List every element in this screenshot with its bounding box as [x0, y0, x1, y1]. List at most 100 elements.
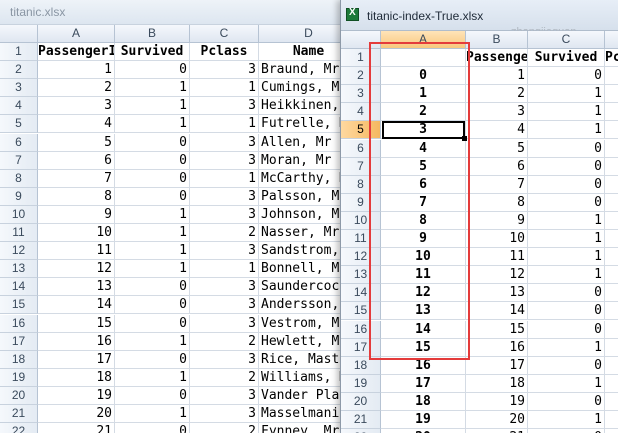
row-header-5[interactable]: 5	[341, 121, 381, 139]
survived-cell[interactable]: 0	[528, 357, 605, 375]
passengerid-cell[interactable]: 19	[466, 393, 528, 411]
row-header-21[interactable]: 21	[341, 411, 381, 429]
table-cell[interactable]: 10	[38, 224, 115, 242]
table-cell[interactable]: 0	[115, 387, 190, 405]
table-cell[interactable]	[605, 302, 618, 320]
table-cell[interactable]	[605, 194, 618, 212]
row-header-9[interactable]: 9	[0, 188, 38, 206]
row-header-5[interactable]: 5	[0, 115, 38, 133]
table-cell[interactable]: 1	[115, 224, 190, 242]
table-cell[interactable]: 2	[190, 423, 259, 433]
table-cell[interactable]	[605, 158, 618, 176]
column-header-D[interactable]	[605, 31, 618, 49]
table-cell[interactable]: 8	[38, 188, 115, 206]
row-header-11[interactable]: 11	[0, 224, 38, 242]
table-cell[interactable]: 0	[115, 278, 190, 296]
survived-cell[interactable]: 1	[528, 339, 605, 357]
survived-cell[interactable]: 0	[528, 429, 605, 433]
row-header-21[interactable]: 21	[0, 405, 38, 423]
passengerid-cell[interactable]: 10	[466, 230, 528, 248]
table-cell[interactable]	[605, 176, 618, 194]
table-cell[interactable]: 18	[38, 369, 115, 387]
index-cell[interactable]: 20	[381, 429, 466, 433]
table-cell[interactable]: 2	[190, 224, 259, 242]
passengerid-cell[interactable]: 11	[466, 248, 528, 266]
row-header-6[interactable]: 6	[0, 134, 38, 152]
survived-cell[interactable]: 0	[528, 158, 605, 176]
column-header-B[interactable]: B	[115, 25, 190, 43]
table-cell[interactable]: 0	[115, 351, 190, 369]
index-cell[interactable]: 0	[381, 67, 466, 85]
row-header-19[interactable]: 19	[341, 375, 381, 393]
index-cell[interactable]: 16	[381, 357, 466, 375]
index-cell[interactable]: 11	[381, 266, 466, 284]
row-header-22[interactable]: 22	[0, 423, 38, 433]
row-header-22[interactable]: 22	[341, 429, 381, 433]
row-header-8[interactable]: 8	[341, 176, 381, 194]
row-header-13[interactable]: 13	[0, 260, 38, 278]
table-cell[interactable]: 3	[38, 97, 115, 115]
column-header-A[interactable]: A	[381, 31, 466, 49]
table-cell[interactable]	[605, 248, 618, 266]
survived-cell[interactable]: 1	[528, 248, 605, 266]
passengerid-cell[interactable]: 4	[466, 121, 528, 139]
table-cell[interactable]: 3	[190, 242, 259, 260]
table-cell[interactable]: 3	[190, 134, 259, 152]
column-header-A[interactable]: A	[38, 25, 115, 43]
survived-cell[interactable]: 1	[528, 212, 605, 230]
column-header-C[interactable]: C	[190, 25, 259, 43]
table-cell[interactable]: 20	[38, 405, 115, 423]
passengerid-cell[interactable]: 8	[466, 194, 528, 212]
row-header-10[interactable]: 10	[341, 212, 381, 230]
table-cell[interactable]: 5	[38, 134, 115, 152]
row-header-14[interactable]: 14	[341, 284, 381, 302]
table-cell[interactable]: 1	[115, 260, 190, 278]
row-header-4[interactable]: 4	[341, 103, 381, 121]
table-cell[interactable]: 1	[115, 242, 190, 260]
passengerid-cell[interactable]: 20	[466, 411, 528, 429]
row-header-20[interactable]: 20	[0, 387, 38, 405]
row-header-12[interactable]: 12	[341, 248, 381, 266]
row-header-18[interactable]: 18	[0, 351, 38, 369]
table-cell[interactable]: 21	[38, 423, 115, 433]
table-cell[interactable]	[605, 266, 618, 284]
table-cell[interactable]: 2	[38, 79, 115, 97]
survived-cell[interactable]: 0	[528, 302, 605, 320]
table-cell[interactable]: 3	[190, 188, 259, 206]
table-cell[interactable]: 3	[190, 296, 259, 314]
row-header-4[interactable]: 4	[0, 97, 38, 115]
table-cell[interactable]: 1	[115, 333, 190, 351]
passengerid-cell[interactable]: 9	[466, 212, 528, 230]
table-cell[interactable]: 0	[115, 170, 190, 188]
table-cell[interactable]	[605, 121, 618, 139]
table-cell[interactable]	[605, 67, 618, 85]
table-cell[interactable]: 1	[115, 405, 190, 423]
row-header-8[interactable]: 8	[0, 170, 38, 188]
table-cell[interactable]: 1	[115, 206, 190, 224]
passengerid-cell[interactable]: 6	[466, 158, 528, 176]
table-cell[interactable]: 1	[115, 79, 190, 97]
survived-cell[interactable]: 1	[528, 103, 605, 121]
row-header-2[interactable]: 2	[0, 61, 38, 79]
passengerid-cell[interactable]: 7	[466, 176, 528, 194]
table-cell[interactable]	[605, 357, 618, 375]
table-cell[interactable]: 2	[190, 369, 259, 387]
table-cell[interactable]: 1	[190, 260, 259, 278]
table-cell[interactable]	[605, 393, 618, 411]
survived-cell[interactable]: 0	[528, 176, 605, 194]
passengerid-cell[interactable]: 21	[466, 429, 528, 433]
table-cell[interactable]: 3	[190, 351, 259, 369]
table-cell[interactable]: 1	[115, 369, 190, 387]
index-cell[interactable]: 18	[381, 393, 466, 411]
row-header-17[interactable]: 17	[0, 333, 38, 351]
survived-cell[interactable]: 1	[528, 85, 605, 103]
passengerid-cell[interactable]: 2	[466, 85, 528, 103]
table-cell[interactable]	[605, 429, 618, 433]
table-cell[interactable]	[605, 321, 618, 339]
table-cell[interactable]: 19	[38, 387, 115, 405]
table-cell[interactable]: 7	[38, 170, 115, 188]
row-header-1[interactable]: 1	[341, 49, 381, 67]
table-cell[interactable]: 0	[115, 61, 190, 79]
table-cell[interactable]	[605, 212, 618, 230]
passengerid-cell[interactable]: 18	[466, 375, 528, 393]
